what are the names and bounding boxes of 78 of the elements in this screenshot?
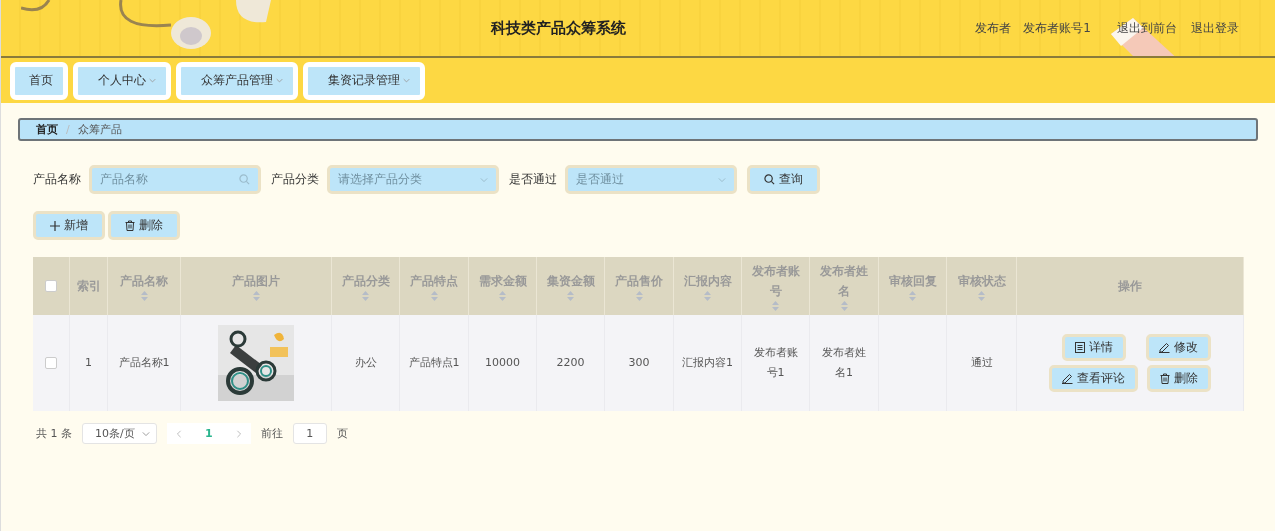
add-button[interactable]: 新增 bbox=[33, 211, 105, 240]
app-title: 科技类产品众筹系统 bbox=[489, 18, 627, 38]
table-cell: 办公 bbox=[332, 315, 400, 411]
column-title: 产品售价 bbox=[615, 273, 663, 290]
column-title: 集资金额 bbox=[546, 273, 595, 290]
sort-icon[interactable] bbox=[909, 291, 916, 301]
column-title: 索引 bbox=[76, 278, 101, 295]
sort-icon[interactable] bbox=[840, 301, 848, 311]
sort-icon[interactable] bbox=[140, 291, 148, 301]
column-title: 发布者姓名 bbox=[819, 263, 869, 300]
breadcrumb-item[interactable]: 首页 bbox=[36, 122, 58, 137]
search-icon bbox=[764, 174, 775, 185]
sort-icon[interactable] bbox=[567, 291, 574, 301]
nav-menu-item[interactable]: 集资记录管理 bbox=[303, 61, 425, 100]
delete-button[interactable]: 删除 bbox=[108, 211, 180, 240]
column-title: 审核状态 bbox=[957, 273, 1006, 290]
chevron-right-icon[interactable] bbox=[234, 429, 243, 438]
total-count: 共 1 条 bbox=[36, 426, 72, 441]
nav-menu-item[interactable]: 众筹产品管理 bbox=[176, 61, 298, 100]
header-link[interactable]: 退出登录 bbox=[1191, 19, 1239, 37]
user-role: 发布者 bbox=[975, 19, 1012, 37]
sort-icon[interactable] bbox=[772, 301, 779, 311]
row-action-button[interactable]: 修改 bbox=[1146, 334, 1211, 361]
username: 发布者账号1 bbox=[1023, 19, 1091, 37]
nav-menu-item[interactable]: 首页 bbox=[10, 61, 68, 100]
table-cell: 产品特点1 bbox=[400, 315, 469, 411]
sort-icon[interactable] bbox=[635, 291, 643, 301]
sort-icon[interactable] bbox=[499, 291, 506, 301]
checkbox[interactable] bbox=[45, 357, 57, 369]
trash-icon bbox=[125, 220, 135, 231]
sort-icon[interactable] bbox=[430, 291, 438, 301]
sort-icon[interactable] bbox=[362, 291, 369, 301]
chevron-down-icon bbox=[718, 175, 726, 184]
chevron-down-icon bbox=[142, 429, 150, 438]
column-title: 汇报内容 bbox=[683, 273, 732, 290]
row-action-button[interactable]: 查看评论 bbox=[1049, 365, 1138, 392]
nav-menu-item[interactable]: 个人中心 bbox=[73, 61, 171, 100]
table-cell: 通过 bbox=[947, 315, 1017, 411]
page-size-select[interactable]: 10条/页 bbox=[82, 423, 157, 444]
document-icon bbox=[1074, 342, 1085, 353]
plus-icon bbox=[50, 220, 60, 231]
column-title: 产品特点 bbox=[410, 273, 458, 290]
chevron-left-icon[interactable] bbox=[175, 429, 183, 438]
table-cell: 1 bbox=[70, 315, 108, 411]
search-icon bbox=[239, 174, 250, 185]
table-cell: 2200 bbox=[537, 315, 605, 411]
table-cell: 产品名称1 bbox=[108, 315, 181, 411]
table-cell: 10000 bbox=[469, 315, 537, 411]
trash-icon bbox=[1159, 373, 1170, 384]
column-title: 发布者账号 bbox=[750, 263, 801, 300]
filter-label: 产品分类 bbox=[271, 171, 319, 188]
sort-icon[interactable] bbox=[252, 291, 260, 301]
column-title: 需求金额 bbox=[478, 273, 527, 290]
table-cell: 300 bbox=[605, 315, 674, 411]
row-action-button[interactable]: 删除 bbox=[1146, 365, 1211, 392]
pen-icon bbox=[1062, 373, 1073, 384]
goto-label: 前往 bbox=[260, 426, 283, 441]
filter-label: 产品名称 bbox=[33, 171, 81, 188]
filter-label: 是否通过 bbox=[509, 171, 557, 188]
page-input[interactable]: 1 bbox=[292, 423, 327, 444]
sort-icon[interactable] bbox=[704, 291, 711, 301]
breadcrumb-item: 众筹产品 bbox=[77, 122, 122, 137]
column-title: 审核回复 bbox=[888, 273, 937, 290]
breadcrumb-separator: / bbox=[66, 123, 70, 136]
pen-icon bbox=[1159, 342, 1170, 353]
chevron-down-icon bbox=[480, 175, 488, 184]
column-title: 产品图片 bbox=[232, 273, 280, 290]
column-title: 操作 bbox=[1118, 278, 1142, 295]
search-button[interactable]: 查询 bbox=[747, 165, 820, 194]
table-cell: 发布者姓名1 bbox=[810, 315, 879, 411]
sort-icon[interactable] bbox=[978, 291, 985, 301]
row-action-button[interactable]: 详情 bbox=[1061, 334, 1126, 361]
table-cell: 汇报内容1 bbox=[674, 315, 742, 411]
page-suffix: 页 bbox=[336, 426, 348, 441]
checkbox[interactable] bbox=[45, 280, 57, 292]
column-title: 产品分类 bbox=[341, 273, 390, 290]
table-cell: 发布者账号1 bbox=[742, 315, 810, 411]
column-title: 产品名称 bbox=[120, 273, 168, 290]
